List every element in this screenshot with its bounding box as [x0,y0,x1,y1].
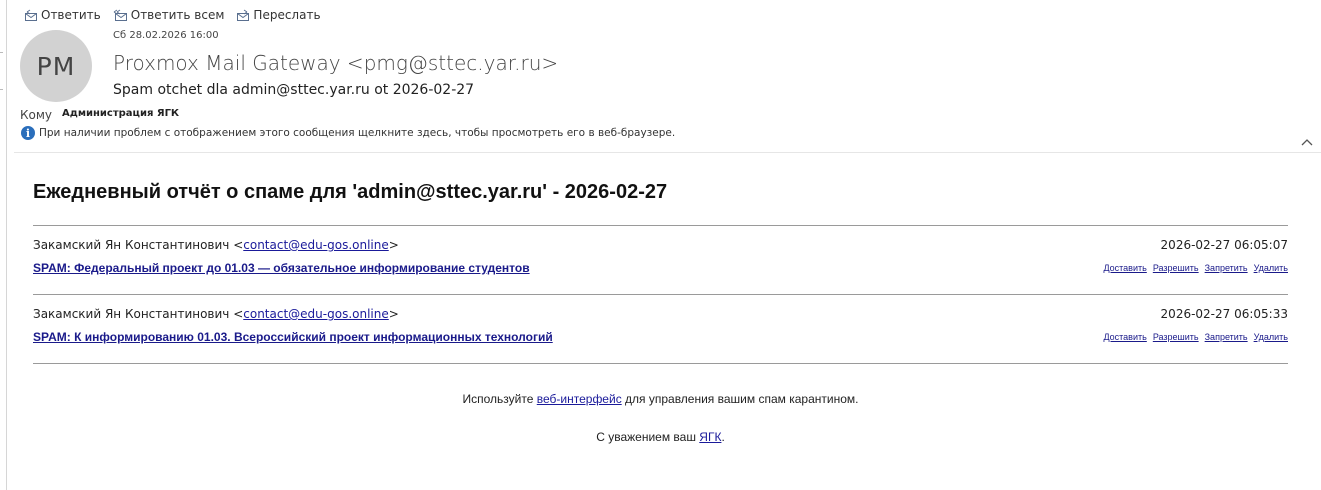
spam-from: Закамский Ян Константинович <contact@edu… [33,238,399,252]
spam-from: Закамский Ян Константинович <contact@edu… [33,307,399,321]
reply-all-icon [113,9,128,22]
org-link[interactable]: ЯГК [699,430,721,444]
forward-icon [236,9,250,22]
spam-actions: Доставить Разрешить Запретить Удалить [1103,263,1288,273]
from-close: > [388,238,399,252]
regards-suffix: . [721,430,725,444]
from-name: Закамский Ян Константинович < [33,307,244,321]
regards-prefix: С уважением ваш [596,430,700,444]
recipient-name[interactable]: Администрация ЯГК [62,108,179,119]
info-text: При наличии проблем с отображением этого… [39,127,676,139]
chevron-up-icon [1301,139,1313,146]
from-close: > [388,307,399,321]
allow-link[interactable]: Разрешить [1153,263,1199,273]
message-subject: Spam otchet dla admin@sttec.yar.ru ot 20… [113,82,475,98]
delete-link[interactable]: Удалить [1254,263,1288,273]
delete-link[interactable]: Удалить [1254,332,1288,342]
web-interface-link[interactable]: веб-интерфейс [537,392,622,406]
from-name: Закамский Ян Константинович < [33,238,244,252]
divider [33,225,1288,226]
footer-usage: Используйте веб-интерфейс для управления… [0,392,1321,406]
from-email-link[interactable]: contact@edu-gos.online [243,238,388,252]
deliver-link[interactable]: Доставить [1103,263,1146,273]
spam-actions: Доставить Разрешить Запретить Удалить [1103,332,1288,342]
block-link[interactable]: Запретить [1205,263,1248,273]
reply-all-label: Ответить всем [130,8,225,22]
footer-usage-suffix: для управления вашим спам карантином. [621,392,859,406]
from-email-link[interactable]: contact@edu-gos.online [243,307,388,321]
message-toolbar: Ответить Ответить всем Переслать [24,8,321,22]
sender-avatar[interactable]: PM [20,30,92,102]
forward-label: Переслать [253,8,321,22]
report-title: Ежедневный отчёт о спаме для 'admin@stte… [33,181,668,203]
divider [33,294,1288,295]
collapse-header-button[interactable] [1301,131,1313,150]
footer-regards: С уважением ваш ЯГК. [0,430,1321,444]
info-icon: i [21,126,35,140]
reading-pane-border [6,0,7,490]
sender-name[interactable]: Proxmox Mail Gateway <pmg@sttec.yar.ru> [113,51,558,75]
pane-resize-handle[interactable] [0,52,3,90]
reply-button[interactable]: Ответить [24,8,101,22]
header-divider [14,152,1321,153]
reply-label: Ответить [41,8,101,22]
allow-link[interactable]: Разрешить [1153,332,1199,342]
divider [33,363,1288,364]
forward-button[interactable]: Переслать [236,8,321,22]
to-label: Кому [20,108,53,122]
message-date: Сб 28.02.2026 16:00 [113,30,219,41]
spam-date: 2026-02-27 06:05:33 [1160,307,1288,321]
spam-date: 2026-02-27 06:05:07 [1160,238,1288,252]
reply-all-button[interactable]: Ответить всем [113,8,225,22]
deliver-link[interactable]: Доставить [1103,332,1146,342]
reply-icon [24,9,38,22]
info-bar[interactable]: i При наличии проблем с отображением это… [21,126,675,140]
footer-usage-prefix: Используйте [462,392,537,406]
spam-subject-link[interactable]: SPAM: К информированию 01.03. Всероссийс… [33,330,553,344]
spam-subject-link[interactable]: SPAM: Федеральный проект до 01.03 — обяз… [33,261,530,275]
block-link[interactable]: Запретить [1205,332,1248,342]
